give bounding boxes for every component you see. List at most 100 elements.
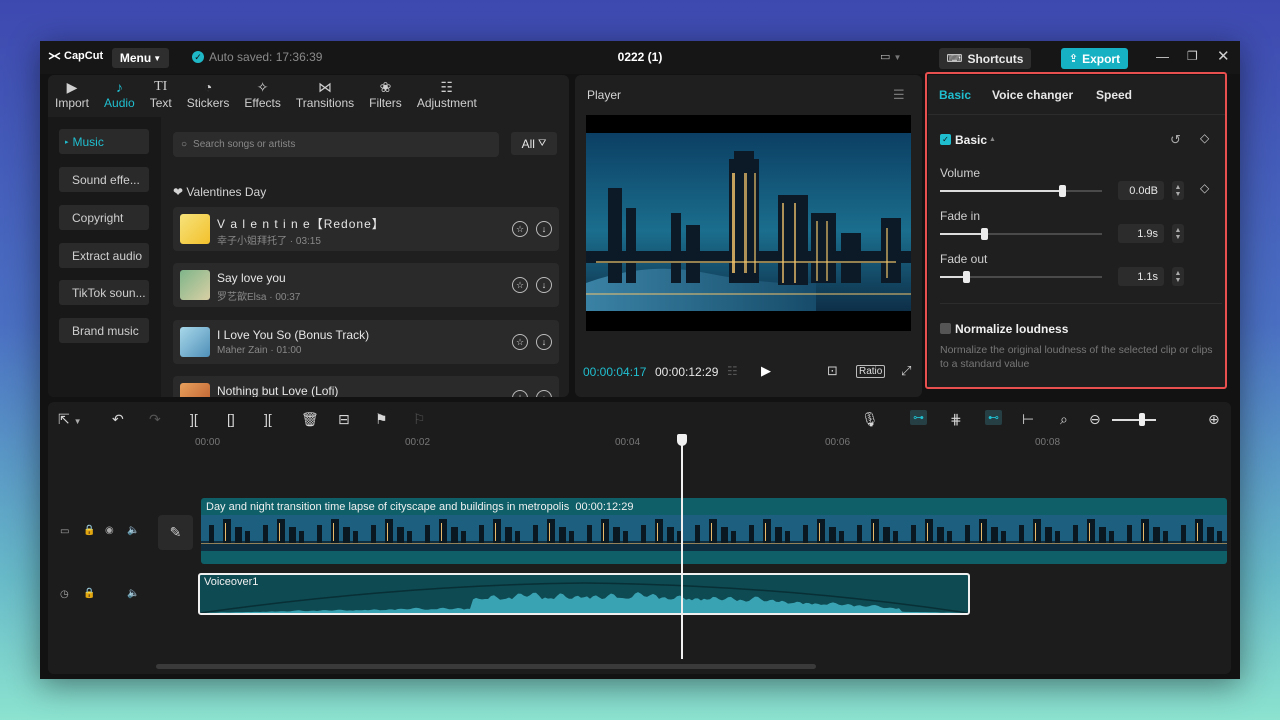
category-copyright[interactable]: Copyright [59, 205, 149, 230]
tab-filters[interactable]: ❀ Filters [369, 75, 402, 117]
freeze-icon[interactable]: ⊟ [338, 411, 350, 428]
fit-timeline-icon[interactable]: ⌕ [1060, 411, 1068, 428]
time-ruler[interactable]: 00:00 00:02 00:04 00:06 00:08 [153, 434, 1231, 462]
zoom-out-icon[interactable]: ⊖ [1089, 411, 1101, 428]
ratio-button[interactable]: Ratio [856, 365, 886, 378]
ruler-label: 00:08 [1035, 437, 1061, 448]
keyframe-icon[interactable]: ◇ [1200, 131, 1209, 145]
category-extract-audio[interactable]: Extract audio [59, 243, 149, 268]
shortcuts-button[interactable]: ⌨ Shortcuts [939, 48, 1031, 69]
list-item[interactable]: Say love you 罗艺歆Elsa · 00:37 ☆ ↓ [173, 263, 559, 307]
filter-icon: ⛛ [537, 138, 547, 149]
tab-voice-changer[interactable]: Voice changer [992, 88, 1073, 102]
redo-icon[interactable]: ↷ [149, 411, 161, 428]
list-item[interactable]: V a l e n t i n e【Redone】 幸子小姐拜托了 · 03:1… [173, 207, 559, 251]
list-item[interactable]: Nothing but Love (Lofi) ☆ ↓ [173, 376, 559, 397]
tab-stickers[interactable]: ◔ Stickers [187, 75, 230, 117]
tab-basic[interactable]: Basic [939, 88, 971, 102]
speaker-icon[interactable]: 🔈 [127, 588, 139, 599]
video-clip[interactable]: Day and night transition time lapse of c… [201, 498, 1227, 564]
zoom-in-icon[interactable]: ⊕ [1208, 411, 1220, 428]
auto-snap-icon[interactable]: ⋕ [950, 411, 962, 428]
category-sound-effects[interactable]: Sound effe... [59, 167, 149, 192]
favorite-icon[interactable]: ☆ [512, 334, 528, 350]
tab-effects[interactable]: ✧ Effects [244, 75, 280, 117]
zoom-slider[interactable] [1112, 419, 1156, 421]
fade-out-slider-handle[interactable] [963, 271, 970, 283]
edit-cover-button[interactable]: ✎ [158, 515, 193, 550]
tab-audio[interactable]: ♪ Audio [104, 75, 135, 117]
tab-import[interactable]: ▶ Import [55, 75, 89, 117]
favorite-icon[interactable]: ☆ [512, 221, 528, 237]
menu-button[interactable]: Menu ▼ [112, 48, 169, 68]
select-cursor-icon[interactable]: ⇱ ▼ [58, 411, 82, 428]
speaker-icon[interactable]: 🔈 [127, 525, 139, 536]
tab-adjustment[interactable]: ☷ Adjustment [417, 75, 477, 117]
delete-icon[interactable]: 🗑 [301, 411, 319, 428]
layout-icon[interactable]: ▭ ▼ [880, 50, 901, 63]
grid-icon[interactable]: ☷ [727, 364, 738, 378]
tab-label: Text [149, 96, 172, 110]
undo-icon[interactable]: ↶ [112, 411, 124, 428]
normalize-checkbox[interactable] [940, 323, 951, 334]
player-title: Player [587, 88, 622, 102]
keyframe-icon[interactable]: ◇ [1200, 181, 1209, 195]
caret-right-icon: ▸ [65, 138, 69, 146]
favorite-icon[interactable]: ☆ [512, 277, 528, 293]
export-button[interactable]: ⇪ Export [1061, 48, 1128, 69]
volume-slider-handle[interactable] [1059, 185, 1066, 197]
tab-transitions[interactable]: ⋈ Transitions [296, 75, 354, 117]
volume-value[interactable]: 0.0dB [1118, 181, 1164, 200]
fullscreen-icon[interactable]: ⤢ [901, 363, 911, 379]
volume-stepper[interactable]: ▲ ▼ [1172, 181, 1184, 200]
tab-text[interactable]: TI Text [150, 75, 172, 117]
fade-out-stepper[interactable]: ▲ ▼ [1172, 267, 1184, 286]
ruler-label: 00:06 [825, 437, 851, 448]
category-music[interactable]: ▸ Music [59, 129, 149, 154]
video-preview[interactable] [586, 115, 911, 331]
download-icon[interactable]: ↓ [536, 277, 552, 293]
playhead[interactable] [681, 434, 683, 659]
category-brand-music[interactable]: Brand music [59, 318, 149, 343]
ruler-label: 00:04 [615, 437, 641, 448]
restore-icon[interactable]: ❐ [1187, 49, 1198, 63]
category-tiktok-sounds[interactable]: TikTok soun... [59, 280, 149, 305]
close-icon[interactable]: ✕ [1217, 47, 1230, 65]
zoom-slider-handle[interactable] [1139, 413, 1145, 426]
download-icon[interactable]: ↓ [536, 390, 552, 397]
search-input[interactable]: ○ Search songs or artists [173, 132, 499, 157]
fade-in-value[interactable]: 1.9s [1118, 224, 1164, 243]
preview-axis-icon[interactable]: ⊢ [1022, 411, 1034, 428]
fade-out-value[interactable]: 1.1s [1118, 267, 1164, 286]
split-icon[interactable]: ][ [190, 411, 198, 427]
fade-in-stepper[interactable]: ▲ ▼ [1172, 224, 1184, 243]
category-label: Music [72, 134, 104, 149]
filter-dropdown[interactable]: All ⛛ [511, 132, 557, 155]
minimize-icon[interactable]: — [1156, 49, 1169, 64]
split-left-icon[interactable]: [] [227, 411, 235, 427]
microphone-icon[interactable]: 🎙 [861, 411, 879, 428]
hamburger-menu-icon[interactable]: ☰ [893, 87, 905, 103]
main-track-magnet-icon[interactable]: ⊶ [910, 410, 927, 425]
marker-disabled-icon[interactable]: ⚐ [413, 411, 426, 428]
favorite-icon[interactable]: ☆ [512, 390, 528, 397]
tab-speed[interactable]: Speed [1096, 88, 1132, 102]
download-icon[interactable]: ↓ [536, 221, 552, 237]
linkage-icon[interactable]: ⊷ [985, 410, 1002, 425]
lock-icon[interactable]: 🔒 [83, 525, 95, 536]
audio-clip[interactable]: Voiceover1 [198, 573, 970, 615]
basic-checkbox[interactable]: ✓ [940, 134, 951, 145]
marker-icon[interactable]: ⚑ [375, 411, 388, 428]
snapshot-icon[interactable]: ⊡ [827, 363, 838, 379]
lock-icon[interactable]: 🔒 [83, 588, 95, 599]
fade-in-slider-handle[interactable] [981, 228, 988, 240]
play-icon[interactable]: ▶ [761, 363, 771, 379]
split-right-icon[interactable]: ][ [264, 411, 272, 427]
download-icon[interactable]: ↓ [536, 334, 552, 350]
eye-icon[interactable]: ◉ [105, 525, 114, 536]
reset-icon[interactable]: ↺ [1170, 132, 1181, 148]
caret-up-icon[interactable]: ▲ [989, 136, 996, 143]
list-item[interactable]: I Love You So (Bonus Track) Maher Zain ·… [173, 320, 559, 364]
playhead-handle[interactable] [677, 434, 687, 446]
timeline-scrollbar[interactable] [156, 664, 816, 669]
